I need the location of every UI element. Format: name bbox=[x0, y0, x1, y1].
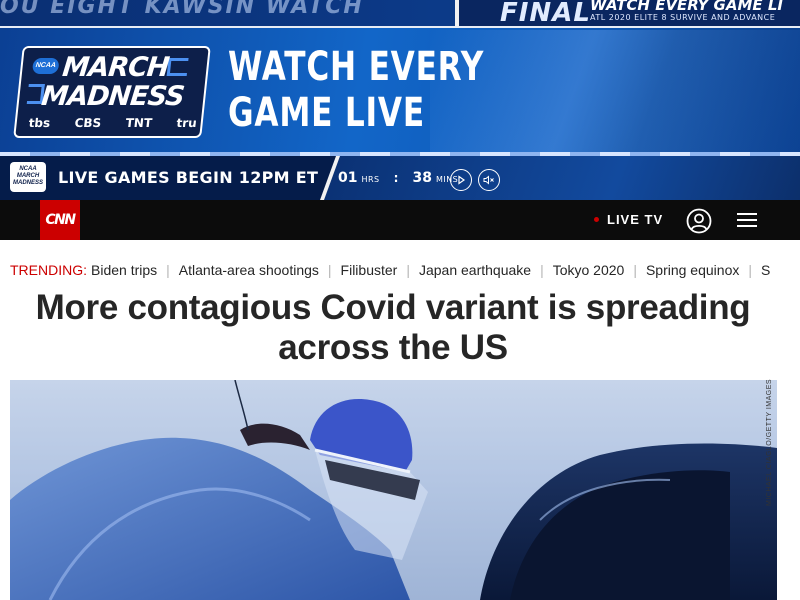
ad-bottom-bar: NCAA MARCH MADNESS LIVE GAMES BEGIN 12PM… bbox=[0, 156, 800, 200]
trending-item-atlanta-shootings[interactable]: Atlanta-area shootings bbox=[179, 262, 319, 278]
trending-divider: | bbox=[406, 262, 410, 278]
trending-item-japan-earthquake[interactable]: Japan earthquake bbox=[419, 262, 531, 278]
trending-item-filibuster[interactable]: Filibuster bbox=[341, 262, 398, 278]
headline-line-2: across the US bbox=[278, 328, 508, 367]
trending-divider: | bbox=[166, 262, 170, 278]
logo-word-march: MARCH bbox=[60, 52, 171, 83]
ad-headline: WATCH EVERY GAME LIVE bbox=[228, 44, 485, 136]
article-hero-image bbox=[10, 380, 777, 600]
ad-strip-final: FINAL bbox=[500, 0, 591, 28]
live-indicator-dot bbox=[594, 217, 599, 222]
trending-item-biden-trips[interactable]: Biden trips bbox=[91, 262, 157, 278]
hero-photo-illustration bbox=[10, 380, 777, 600]
ad-strip-watch: WATCH EVERY GAME LI bbox=[590, 0, 784, 14]
ad-strip-sub: ATL 2020 ELITE 8 SURVIVE AND ADVANCE bbox=[590, 13, 776, 22]
play-icon bbox=[458, 175, 466, 185]
network-tnt: TNT bbox=[124, 116, 153, 130]
trending-item-tokyo-2020[interactable]: Tokyo 2020 bbox=[553, 262, 625, 278]
ncaa-badge: NCAA bbox=[31, 58, 60, 74]
ad-strip-text: OU EIGHT KAWSIN WATCH bbox=[0, 0, 364, 19]
article-headline: More contagious Covid variant is spreadi… bbox=[0, 288, 786, 368]
bracket-icon bbox=[166, 58, 189, 76]
ad-play-button[interactable] bbox=[450, 169, 472, 191]
live-tv-link[interactable]: LIVE TV bbox=[594, 212, 663, 227]
live-tv-label: LIVE TV bbox=[607, 212, 664, 227]
trending-divider: | bbox=[748, 262, 752, 278]
march-madness-ad[interactable]: OU EIGHT KAWSIN WATCH FINAL WATCH EVERY … bbox=[0, 0, 800, 200]
mute-icon bbox=[483, 175, 494, 185]
countdown-mins: 38 bbox=[412, 170, 432, 186]
trending-item-spring-equinox[interactable]: Spring equinox bbox=[646, 262, 739, 278]
cnn-logo[interactable]: CNN bbox=[40, 200, 80, 240]
photo-credit: MICHAEL CIAGLO/GETTY IMAGES bbox=[766, 378, 773, 506]
trending-divider: | bbox=[327, 262, 332, 278]
ad-headline-line1: WATCH EVERY bbox=[228, 44, 485, 90]
countdown-hours-unit: HRS bbox=[361, 175, 380, 184]
cnn-header: CNN LIVE TV bbox=[0, 200, 800, 240]
ad-top-strip: OU EIGHT KAWSIN WATCH FINAL WATCH EVERY … bbox=[0, 0, 800, 28]
countdown-separator: : bbox=[393, 171, 399, 185]
countdown-hours: 01 bbox=[338, 170, 358, 186]
trending-divider: | bbox=[633, 262, 637, 278]
ad-headline-line2: GAME LIVE bbox=[228, 90, 425, 136]
live-games-text: LIVE GAMES BEGIN 12PM ET bbox=[58, 168, 319, 187]
mini-march-madness-logo: NCAA MARCH MADNESS bbox=[10, 162, 46, 192]
network-logos: tbs CBS TNT tru bbox=[28, 116, 197, 130]
march-madness-logo: NCAA MARCH MADNESS tbs CBS TNT tru bbox=[13, 46, 211, 138]
trending-label: TRENDING: bbox=[10, 262, 87, 278]
menu-icon bbox=[737, 213, 759, 227]
cnn-logo-text: CNN bbox=[45, 212, 76, 228]
countdown-timer: 01 HRS : 38 MINS bbox=[338, 170, 458, 186]
trending-divider: | bbox=[540, 262, 544, 278]
headline-line-1: More contagious Covid variant is spreadi… bbox=[35, 288, 751, 327]
network-cbs: CBS bbox=[73, 116, 102, 130]
network-trutv: tru bbox=[175, 116, 198, 130]
ad-main-panel: NCAA MARCH MADNESS tbs CBS TNT tru WATCH… bbox=[0, 30, 800, 155]
ad-mute-button[interactable] bbox=[478, 169, 500, 191]
logo-word-madness: MADNESS bbox=[39, 81, 186, 112]
user-icon bbox=[686, 208, 712, 234]
network-tbs: tbs bbox=[28, 116, 51, 130]
ad-light-effect bbox=[430, 30, 800, 155]
menu-button[interactable] bbox=[737, 210, 759, 230]
trending-item-truncated[interactable]: S bbox=[761, 262, 770, 278]
account-button[interactable] bbox=[686, 208, 712, 234]
